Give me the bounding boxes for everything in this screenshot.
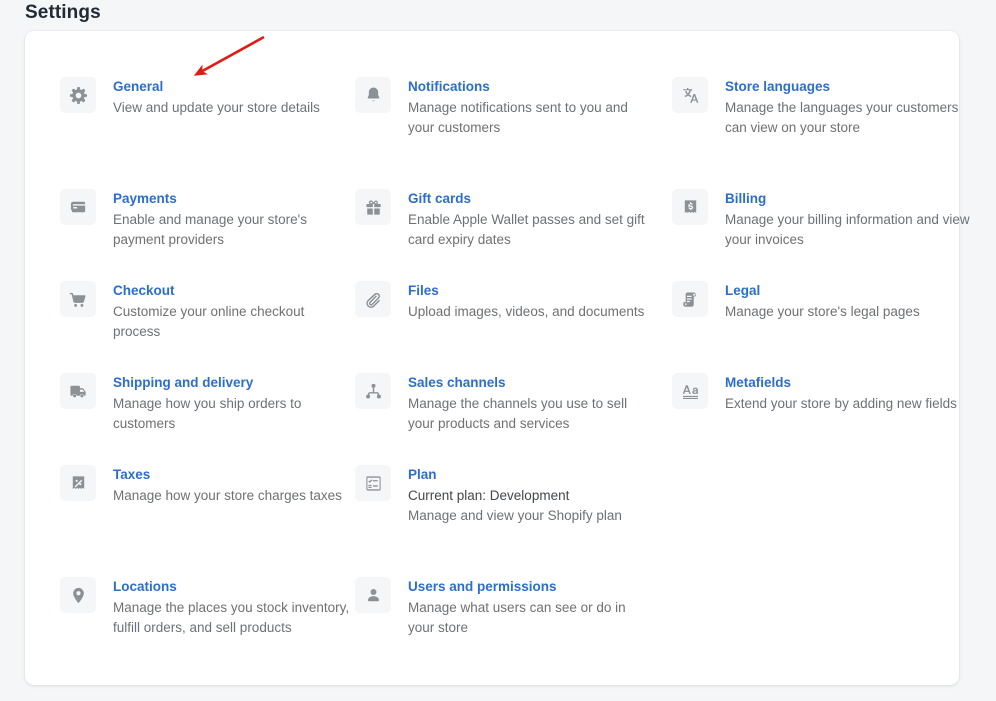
sales-channel-icon — [355, 373, 391, 409]
setting-item-description: Customize your online checkout process — [113, 304, 305, 339]
setting-item-description: Manage and view your Shopify plan — [408, 508, 622, 523]
setting-item-users-and-permissions[interactable]: Users and permissions Manage what users c… — [355, 576, 655, 638]
setting-item-title[interactable]: Billing — [725, 189, 972, 208]
setting-item-text: Users and permissions Manage what users c… — [408, 576, 655, 638]
setting-item-description: Enable Apple Wallet passes and set gift … — [408, 212, 645, 247]
setting-item-text: Locations Manage the places you stock inv… — [113, 576, 350, 638]
paperclip-icon — [355, 281, 391, 317]
setting-item-description: Enable and manage your store's payment p… — [113, 212, 307, 247]
setting-item-title[interactable]: Store languages — [725, 77, 972, 96]
location-pin-icon — [60, 577, 96, 613]
setting-item-text: Taxes Manage how your store charges taxes — [113, 464, 342, 506]
setting-item-text: Shipping and delivery Manage how you ship… — [113, 372, 350, 434]
setting-item-title[interactable]: Files — [408, 281, 644, 300]
setting-item-text: Store languages Manage the languages your… — [725, 76, 972, 138]
setting-item-title[interactable]: Locations — [113, 577, 350, 596]
setting-item-checkout[interactable]: Checkout Customize your online checkout p… — [60, 280, 350, 342]
setting-item-description: Manage notifications sent to you and you… — [408, 100, 628, 135]
setting-item-text: Legal Manage your store's legal pages — [725, 280, 920, 322]
setting-item-title[interactable]: Legal — [725, 281, 920, 300]
setting-item-description: Manage your store's legal pages — [725, 304, 920, 319]
setting-item-text: Files Upload images, videos, and document… — [408, 280, 644, 322]
settings-card: General View and update your store detail… — [25, 31, 970, 685]
legal-scroll-icon — [672, 281, 708, 317]
setting-item-sales-channels[interactable]: Sales channels Manage the channels you us… — [355, 372, 655, 434]
setting-item-notifications[interactable]: Notifications Manage notifications sent t… — [355, 76, 655, 138]
setting-item-description: Manage your billing information and view… — [725, 212, 970, 247]
setting-item-text: Sales channels Manage the channels you us… — [408, 372, 655, 434]
setting-item-subtitle: Current plan: Development — [408, 488, 570, 503]
setting-item-gift-cards[interactable]: Gift cards Enable Apple Wallet passes and… — [355, 188, 655, 250]
credit-card-icon — [60, 189, 96, 225]
setting-item-locations[interactable]: Locations Manage the places you stock inv… — [60, 576, 350, 638]
setting-item-description: Manage how your store charges taxes — [113, 488, 342, 503]
setting-item-description: Manage how you ship orders to customers — [113, 396, 302, 431]
setting-item-text: Metafields Extend your store by adding ne… — [725, 372, 957, 414]
delivery-truck-icon — [60, 373, 96, 409]
setting-item-description: View and update your store details — [113, 100, 320, 115]
translate-icon — [672, 77, 708, 113]
setting-item-title[interactable]: General — [113, 77, 320, 96]
receipt-dollar-icon — [672, 189, 708, 225]
checklist-icon — [355, 465, 391, 501]
setting-item-text: Billing Manage your billing information a… — [725, 188, 972, 250]
setting-item-description: Extend your store by adding new fields — [725, 396, 957, 411]
setting-item-title[interactable]: Gift cards — [408, 189, 655, 208]
setting-item-shipping-and-delivery[interactable]: Shipping and delivery Manage how you ship… — [60, 372, 350, 434]
setting-item-description: Manage the languages your customers can … — [725, 100, 959, 135]
setting-item-title[interactable]: Metafields — [725, 373, 957, 392]
setting-item-description: Manage what users can see or do in your … — [408, 600, 626, 635]
setting-item-title[interactable]: Checkout — [113, 281, 350, 300]
setting-item-title[interactable]: Taxes — [113, 465, 342, 484]
setting-item-files[interactable]: Files Upload images, videos, and document… — [355, 280, 655, 322]
setting-item-text: Payments Enable and manage your store's p… — [113, 188, 350, 250]
user-avatar-icon — [355, 577, 391, 613]
setting-item-taxes[interactable]: Taxes Manage how your store charges taxes — [60, 464, 350, 506]
setting-item-text: General View and update your store detail… — [113, 76, 320, 118]
setting-item-description: Upload images, videos, and documents — [408, 304, 645, 319]
setting-item-description: Manage the channels you use to sell your… — [408, 396, 628, 431]
gift-card-icon — [355, 189, 391, 225]
setting-item-legal[interactable]: Legal Manage your store's legal pages — [672, 280, 972, 322]
setting-item-metafields[interactable]: Metafields Extend your store by adding ne… — [672, 372, 972, 414]
setting-item-payments[interactable]: Payments Enable and manage your store's p… — [60, 188, 350, 250]
metafields-icon — [672, 373, 708, 409]
setting-item-description: Manage the places you stock inventory, f… — [113, 600, 350, 635]
setting-item-text: Plan Current plan: Development Manage and … — [408, 464, 622, 526]
setting-item-title[interactable]: Payments — [113, 189, 350, 208]
settings-grid: General View and update your store detail… — [25, 31, 970, 685]
setting-item-billing[interactable]: Billing Manage your billing information a… — [672, 188, 972, 250]
setting-item-title[interactable]: Users and permissions — [408, 577, 655, 596]
page-title: Settings — [25, 2, 101, 23]
setting-item-text: Gift cards Enable Apple Wallet passes and… — [408, 188, 655, 250]
setting-item-title[interactable]: Notifications — [408, 77, 655, 96]
shopping-cart-icon — [60, 281, 96, 317]
receipt-percent-icon — [60, 465, 96, 501]
setting-item-text: Notifications Manage notifications sent t… — [408, 76, 655, 138]
gear-icon — [60, 77, 96, 113]
setting-item-title[interactable]: Plan — [408, 465, 622, 484]
setting-item-general[interactable]: General View and update your store detail… — [60, 76, 350, 118]
setting-item-title[interactable]: Sales channels — [408, 373, 655, 392]
bell-icon — [355, 77, 391, 113]
setting-item-store-languages[interactable]: Store languages Manage the languages your… — [672, 76, 972, 138]
setting-item-title[interactable]: Shipping and delivery — [113, 373, 350, 392]
setting-item-plan[interactable]: Plan Current plan: Development Manage and … — [355, 464, 655, 526]
setting-item-text: Checkout Customize your online checkout p… — [113, 280, 350, 342]
